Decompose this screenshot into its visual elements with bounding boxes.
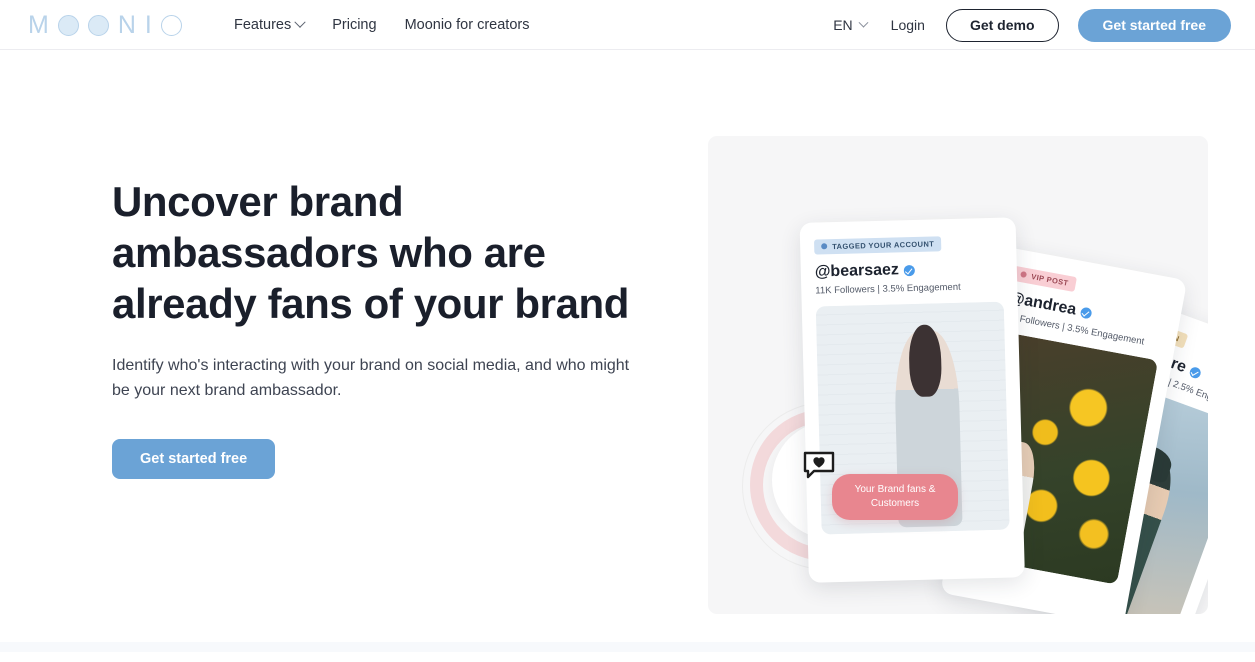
verified-badge-icon [1079, 306, 1093, 319]
nav-item-features[interactable]: Features [234, 16, 306, 33]
social-card-2-badge-label: VIP POST [1030, 271, 1070, 288]
language-selector[interactable]: EN [833, 17, 869, 33]
get-started-free-hero-button[interactable]: Get started free [112, 439, 276, 479]
logo-letter-o-2 [87, 14, 109, 36]
hero-copy: Uncover brand ambassadors who are alread… [112, 176, 672, 479]
page-title: Uncover brand ambassadors who are alread… [112, 178, 630, 327]
get-started-free-nav-button[interactable]: Get started free [1077, 8, 1231, 42]
logo-letter-o-1 [57, 14, 79, 36]
next-section-band [0, 642, 1255, 652]
nav-right-group: EN Login Get demo Get started free [833, 0, 1231, 50]
nav-item-features-label: Features [234, 16, 292, 33]
social-card-1-badge-label: TAGGED YOUR ACCOUNT [832, 238, 935, 251]
logo-letter-i: I [144, 11, 152, 39]
logo-letter-o-3 [160, 14, 182, 36]
badge-dot-icon [821, 243, 828, 250]
chevron-down-icon [858, 17, 869, 28]
get-demo-button[interactable]: Get demo [945, 8, 1059, 42]
verified-badge-icon [903, 264, 916, 276]
social-card-1-handle-label: @bearsaez [814, 261, 900, 281]
nav-links: Features Pricing Moonio for creators [234, 0, 529, 50]
logo-letter-m: M [28, 11, 49, 39]
badge-dot-icon [1020, 271, 1028, 278]
verified-badge-icon [1188, 365, 1203, 380]
logo-letter-n: N [117, 11, 136, 39]
top-navbar: M N I Features Pricing Moonio for creato… [0, 0, 1255, 50]
social-card-1[interactable]: TAGGED YOUR ACCOUNT @bearsaez 11K Follow… [799, 217, 1025, 583]
hero-illustration-panel: TOP FAN @jmoore 5K Followers | 2.5% Enga… [708, 136, 1208, 614]
nav-item-pricing[interactable]: Pricing [332, 18, 376, 33]
login-link[interactable]: Login [891, 17, 925, 33]
social-card-2-badge: VIP POST [1012, 265, 1077, 292]
language-selector-label: EN [833, 17, 853, 33]
hero-subtitle: Identify who's interacting with your bra… [112, 357, 630, 399]
moonio-logo[interactable]: M N I [28, 11, 191, 39]
social-card-1-stats: 11K Followers | 3.5% Engagement [815, 281, 961, 297]
hero-section: Uncover brand ambassadors who are alread… [0, 50, 1255, 652]
social-card-1-handle: @bearsaez [815, 259, 1003, 282]
nav-item-moonio-for-creators[interactable]: Moonio for creators [405, 18, 530, 33]
brand-fans-pill: Your Brand fans & Customers [832, 474, 958, 520]
speech-bubble-heart-icon [803, 451, 835, 479]
social-card-1-badge: TAGGED YOUR ACCOUNT [813, 235, 942, 255]
chevron-down-icon [294, 16, 306, 28]
